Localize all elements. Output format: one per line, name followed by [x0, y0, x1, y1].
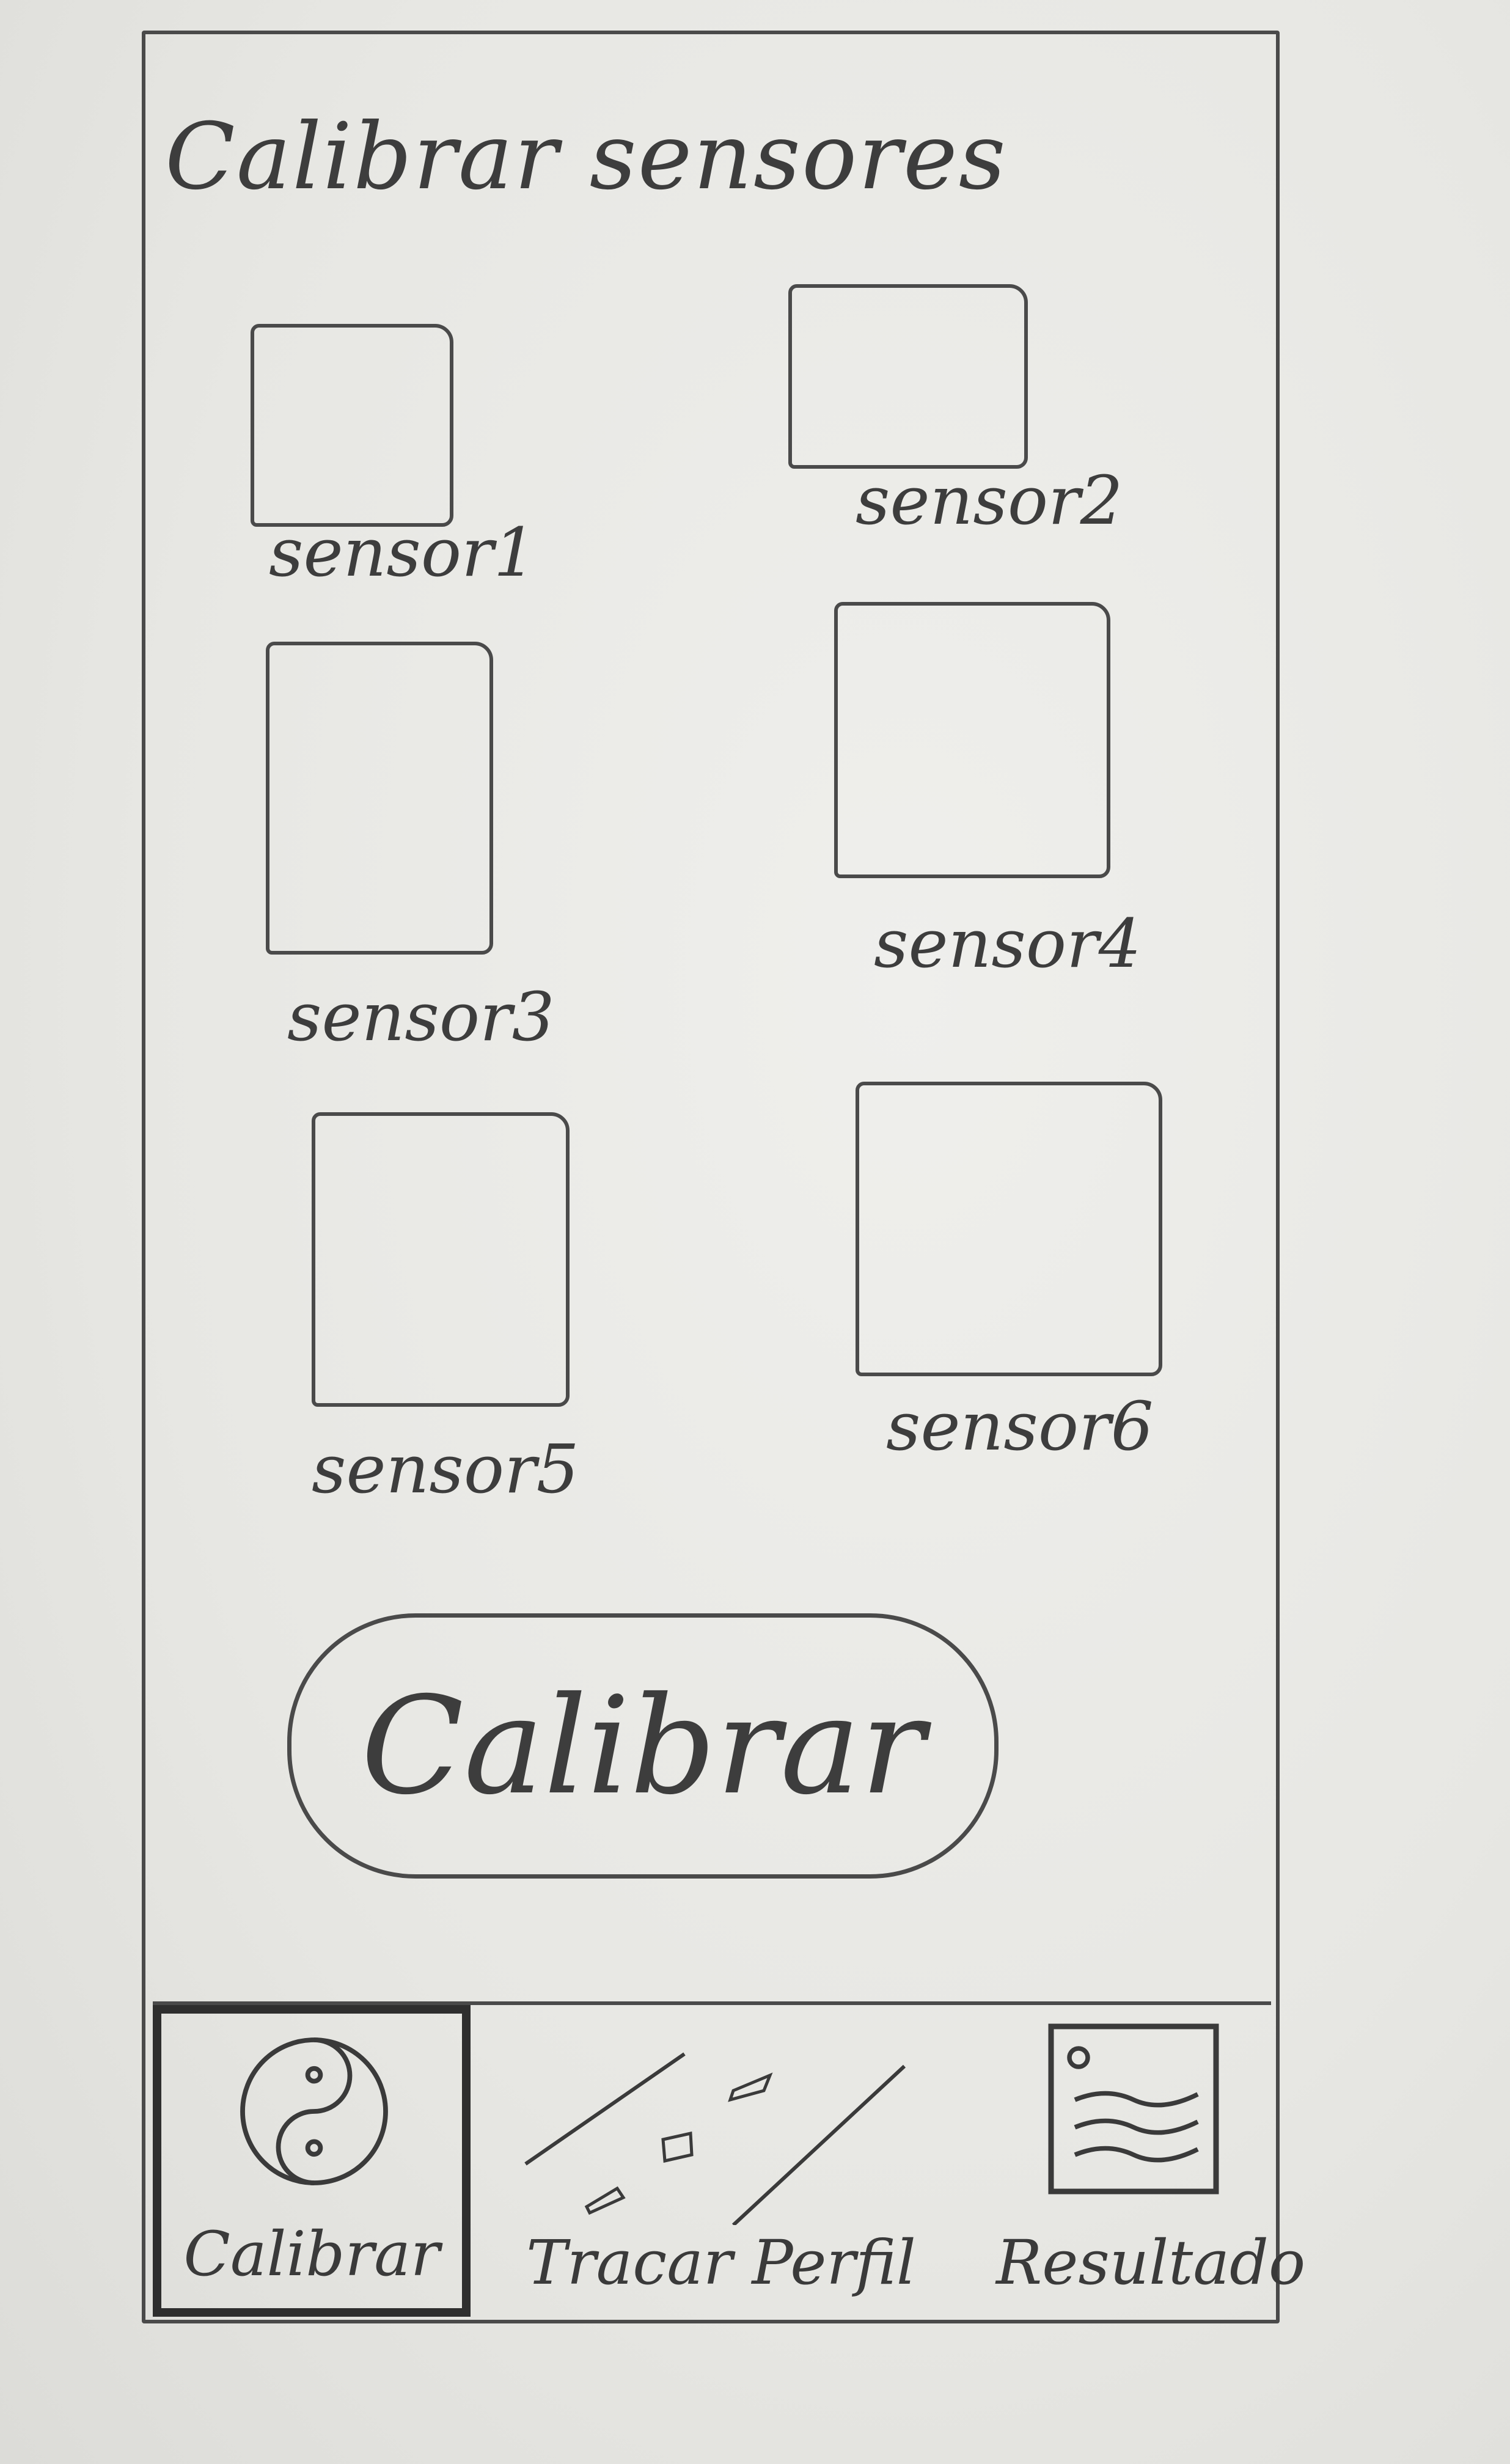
tab-calibrar[interactable]: Calibrar: [153, 2005, 471, 2317]
tab-tracar-perfil[interactable]: Tracar Perfil: [495, 2005, 947, 2317]
sensor-tile-5[interactable]: [312, 1112, 570, 1407]
calibrate-button[interactable]: Calibrar: [287, 1613, 999, 1879]
sensor-label-2: sensor2: [856, 461, 1123, 540]
sensor-tile-3[interactable]: [266, 642, 493, 955]
page-title: Calibrar sensores: [165, 104, 1007, 210]
road-profile-icon: [524, 2052, 906, 2225]
tab-resultado-label: Resultado: [996, 2227, 1306, 2298]
bottom-tab-bar: Calibrar Tracar Perfil Resultado: [153, 2001, 1306, 2323]
sensor-label-6: sensor6: [886, 1387, 1154, 1465]
yin-yang-icon: [240, 2037, 388, 2185]
sensor-tile-6[interactable]: [856, 1082, 1162, 1376]
sensor-tile-4[interactable]: [834, 602, 1110, 878]
calibrate-button-label: Calibrar: [361, 1668, 925, 1824]
tab-tracar-perfil-label: Tracar Perfil: [526, 2227, 916, 2298]
sensor-label-1: sensor1: [269, 513, 537, 592]
sensor-label-4: sensor4: [874, 904, 1142, 983]
tab-resultado[interactable]: Resultado: [996, 2005, 1306, 2317]
sensor-tile-2[interactable]: [788, 284, 1028, 469]
sensor-label-5: sensor5: [312, 1430, 579, 1508]
sensor-tile-1[interactable]: [251, 324, 453, 527]
tab-calibrar-label: Calibrar: [183, 2218, 440, 2290]
sensor-label-3: sensor3: [287, 978, 555, 1056]
document-image-icon: [1048, 2023, 1219, 2194]
